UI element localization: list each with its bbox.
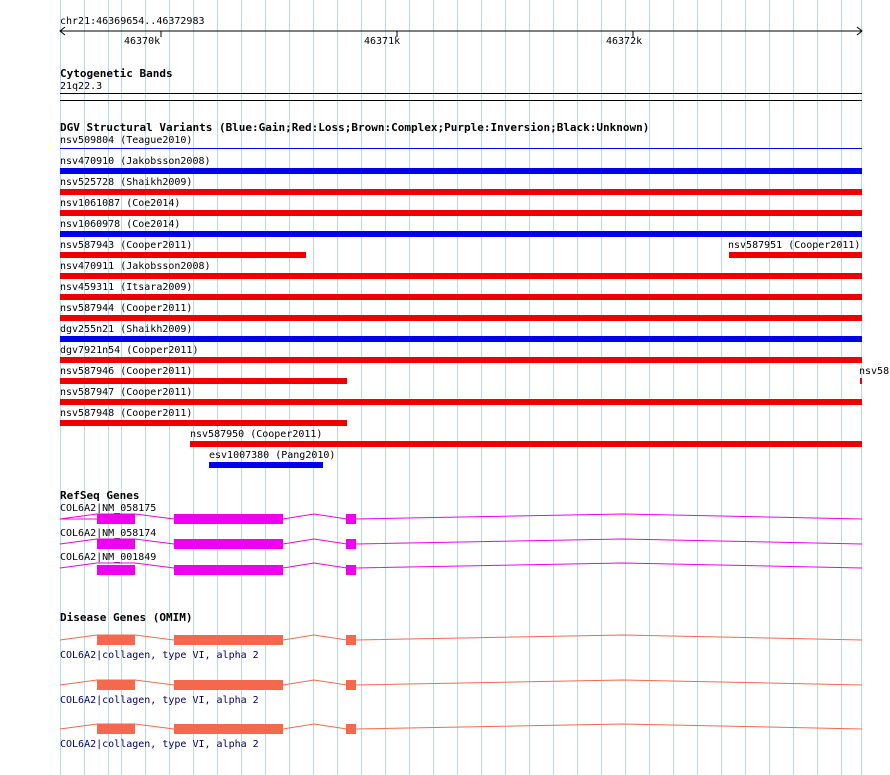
variant-label[interactable]: nsv1061087 (Coe2014)	[60, 198, 180, 209]
disease-gene-model[interactable]	[0, 719, 890, 739]
grid-line	[649, 0, 650, 775]
grid-line	[385, 0, 386, 775]
ruler-axis	[59, 26, 863, 37]
variant-label[interactable]: nsv509804 (Teague2010)	[60, 135, 192, 146]
grid-line	[457, 0, 458, 775]
grid-line	[721, 0, 722, 775]
variant-bar[interactable]	[60, 148, 862, 149]
variant-bar[interactable]	[729, 252, 862, 258]
variant-label[interactable]: nsv587948 (Cooper2011)	[60, 408, 192, 419]
grid-line	[577, 0, 578, 775]
grid-line	[697, 0, 698, 775]
variant-label[interactable]: nsv470910 (Jakobsson2008)	[60, 156, 211, 167]
variant-label[interactable]: nsv587946 (Cooper2011)	[60, 366, 192, 377]
disease-gene-label[interactable]: COL6A2|collagen, type VI, alpha 2	[60, 650, 259, 661]
variant-bar[interactable]	[60, 294, 862, 300]
grid-line	[793, 0, 794, 775]
variant-bar[interactable]	[60, 168, 862, 174]
variant-label[interactable]: dgv7921n54 (Cooper2011)	[60, 345, 198, 356]
grid-line	[817, 0, 818, 775]
variant-bar[interactable]	[60, 420, 347, 426]
variant-bar[interactable]	[60, 189, 862, 195]
disease-gene-model[interactable]	[0, 675, 890, 695]
grid-line	[505, 0, 506, 775]
variant-bar[interactable]	[60, 231, 862, 237]
grid-line	[481, 0, 482, 775]
grid-line	[313, 0, 314, 775]
variant-label[interactable]: esv1007380 (Pang2010)	[209, 450, 335, 461]
grid-line	[745, 0, 746, 775]
grid-line	[529, 0, 530, 775]
band-line[interactable]	[60, 100, 862, 101]
variant-bar[interactable]	[60, 315, 862, 321]
variant-label[interactable]: nsv587943 (Cooper2011)	[60, 240, 192, 251]
variant-label[interactable]: nsv587947 (Cooper2011)	[60, 387, 192, 398]
band-line[interactable]	[60, 93, 862, 94]
variant-bar[interactable]	[60, 336, 862, 342]
gene-model[interactable]	[0, 510, 890, 530]
grid-line	[337, 0, 338, 775]
variant-label[interactable]: nsv587944 (Cooper2011)	[60, 303, 192, 314]
tick-label: 46372k	[606, 36, 643, 47]
gene-model[interactable]	[0, 559, 890, 579]
variant-bar[interactable]	[190, 441, 862, 447]
grid-line	[289, 0, 290, 775]
tick-label: 46371k	[364, 36, 401, 47]
variant-label[interactable]: nsv58	[859, 366, 890, 377]
track-title: DGV Structural Variants (Blue:Gain;Red:L…	[60, 121, 650, 134]
track-title: Cytogenetic Bands	[60, 67, 173, 80]
grid-line	[601, 0, 602, 775]
variant-bar[interactable]	[60, 399, 862, 405]
variant-label[interactable]: nsv1060978 (Coe2014)	[60, 219, 180, 230]
variant-label[interactable]: nsv470911 (Jakobsson2008)	[60, 261, 211, 272]
variant-bar[interactable]	[60, 210, 862, 216]
grid-line	[361, 0, 362, 775]
grid-line	[433, 0, 434, 775]
variant-bar[interactable]	[60, 252, 306, 258]
track-title: RefSeq Genes	[60, 489, 140, 502]
variant-label[interactable]: nsv459311 (Itsara2009)	[60, 282, 192, 293]
variant-bar[interactable]	[60, 357, 862, 363]
disease-gene-label[interactable]: COL6A2|collagen, type VI, alpha 2	[60, 739, 259, 750]
variant-bar[interactable]	[60, 273, 862, 279]
grid-line	[409, 0, 410, 775]
variant-bar[interactable]	[60, 378, 347, 384]
grid-line	[769, 0, 770, 775]
variant-label[interactable]: nsv587950 (Cooper2011)	[190, 429, 322, 440]
band-label[interactable]: 21q22.3	[60, 81, 102, 92]
disease-gene-model[interactable]	[0, 630, 890, 650]
variant-label[interactable]: dgv255n21 (Shaikh2009)	[60, 324, 192, 335]
variant-label[interactable]: nsv525728 (Shaikh2009)	[60, 177, 192, 188]
disease-gene-label[interactable]: COL6A2|collagen, type VI, alpha 2	[60, 695, 259, 706]
grid-line	[553, 0, 554, 775]
grid-line	[265, 0, 266, 775]
grid-line	[861, 0, 862, 775]
tick-label: 46370k	[124, 36, 161, 47]
grid-line	[673, 0, 674, 775]
variant-label[interactable]: nsv587951 (Cooper2011)	[728, 240, 860, 251]
grid-line	[625, 0, 626, 775]
track-title: Disease Genes (OMIM)	[60, 611, 193, 624]
grid-line	[841, 0, 842, 775]
variant-bar[interactable]	[860, 378, 862, 384]
variant-bar[interactable]	[209, 462, 323, 468]
